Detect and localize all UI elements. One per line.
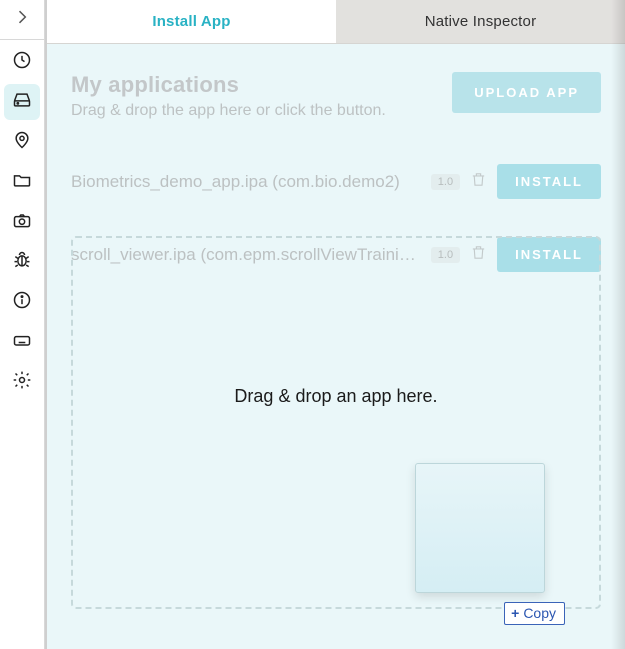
tab-bar: Install App Native Inspector — [47, 0, 625, 44]
delete-app-button[interactable] — [470, 171, 487, 193]
clock-icon — [12, 50, 32, 75]
drag-copy-label: Copy — [523, 605, 556, 621]
harddrive-icon — [12, 90, 32, 115]
sidebar-item-camera[interactable] — [4, 204, 40, 240]
sidebar-expand[interactable] — [0, 0, 44, 40]
main-panel: Install App Native Inspector My applicat… — [45, 0, 625, 649]
keyboard-icon — [12, 330, 32, 355]
location-icon — [12, 130, 32, 155]
app-version-badge: 1.0 — [431, 247, 460, 263]
app-row: Biometrics_demo_app.ipa (com.bio.demo2) … — [71, 156, 601, 207]
app-name: Biometrics_demo_app.ipa (com.bio.demo2) — [71, 172, 421, 192]
sidebar-item-location[interactable] — [4, 124, 40, 160]
trash-icon — [470, 244, 487, 266]
bug-icon — [12, 250, 32, 275]
sidebar-item-clock[interactable] — [4, 44, 40, 80]
sidebar-item-harddrive[interactable] — [4, 84, 40, 120]
info-icon — [12, 290, 32, 315]
plus-icon: + — [511, 605, 519, 621]
drag-preview — [415, 463, 545, 593]
sidebar-item-settings[interactable] — [4, 364, 40, 400]
trash-icon — [470, 171, 487, 193]
install-app-panel: My applications Drag & drop the app here… — [47, 44, 625, 649]
page-subtitle: Drag & drop the app here or click the bu… — [71, 102, 386, 120]
tab-install-app[interactable]: Install App — [47, 0, 336, 43]
sidebar-item-keyboard[interactable] — [4, 324, 40, 360]
sidebar — [0, 0, 45, 649]
camera-icon — [12, 210, 32, 235]
app-name: scroll_viewer.ipa (com.epm.scrollViewTra… — [71, 245, 421, 265]
delete-app-button[interactable] — [470, 244, 487, 266]
page-title: My applications — [71, 72, 386, 98]
drop-zone-label: Drag & drop an app here. — [47, 386, 625, 407]
app-list: Biometrics_demo_app.ipa (com.bio.demo2) … — [71, 156, 601, 280]
drag-copy-badge: + Copy — [504, 602, 565, 625]
gear-icon — [12, 370, 32, 395]
chevron-right-icon — [12, 7, 32, 32]
install-button[interactable]: INSTALL — [497, 237, 601, 272]
install-button[interactable]: INSTALL — [497, 164, 601, 199]
sidebar-item-info[interactable] — [4, 284, 40, 320]
app-version-badge: 1.0 — [431, 174, 460, 190]
app-row: scroll_viewer.ipa (com.epm.scrollViewTra… — [71, 229, 601, 280]
tab-native-inspector[interactable]: Native Inspector — [336, 0, 625, 43]
sidebar-item-folder[interactable] — [4, 164, 40, 200]
folder-icon — [12, 170, 32, 195]
upload-app-button[interactable]: UPLOAD APP — [452, 72, 601, 113]
sidebar-item-bug[interactable] — [4, 244, 40, 280]
